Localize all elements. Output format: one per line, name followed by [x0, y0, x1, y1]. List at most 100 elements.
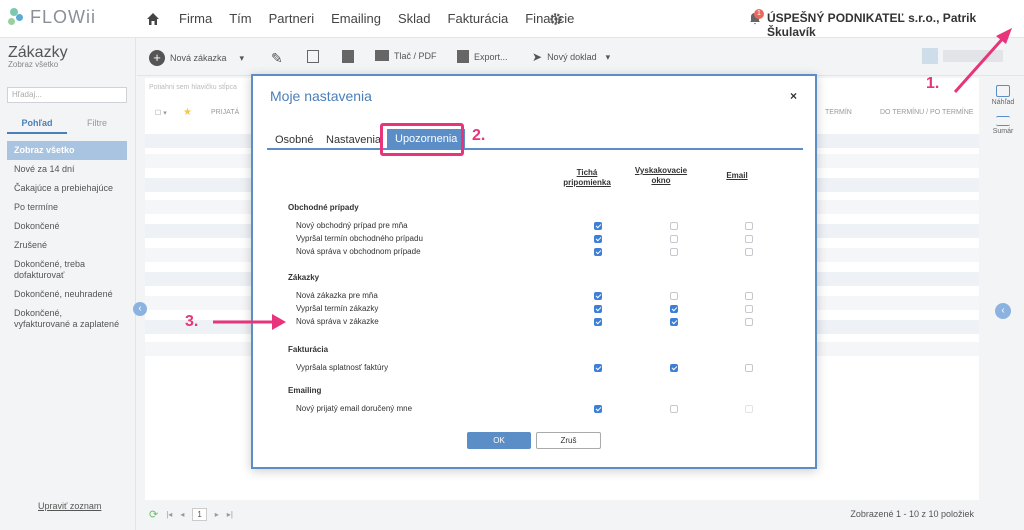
sidebar-item[interactable]: Zrušené — [7, 236, 127, 255]
collapse-left-arrow-icon[interactable]: ‹ — [133, 302, 147, 316]
email-checkbox[interactable] — [745, 248, 753, 256]
print-button[interactable]: Tlač / PDF — [375, 50, 437, 61]
section-title: Emailing — [288, 386, 322, 395]
tab-settings[interactable]: Nastavenia — [326, 134, 381, 146]
section-title: Fakturácia — [288, 345, 329, 354]
section-title: Obchodné prípady — [288, 203, 359, 212]
email-checkbox[interactable] — [745, 222, 753, 230]
first-page-icon[interactable]: |◂ — [166, 510, 172, 519]
user-info — [943, 50, 1003, 62]
sidebar-item[interactable]: Po termíne — [7, 198, 127, 217]
sidebar-search-input[interactable]: Hľadaj... — [7, 87, 127, 103]
sidebar-item[interactable]: Nové za 14 dní — [7, 160, 127, 179]
popup-checkbox[interactable] — [670, 318, 678, 326]
print-label: Tlač / PDF — [394, 50, 437, 61]
chevron-down-icon[interactable]: ▾ — [606, 52, 611, 63]
send-icon: ➤ — [532, 50, 543, 64]
column-after-term[interactable]: DO TERMÍNU / PO TERMÍNE — [880, 109, 973, 116]
email-checkbox[interactable] — [745, 235, 753, 243]
sidebar-item[interactable]: Zobraz všetko — [7, 141, 127, 160]
sidebar-item[interactable]: Čakajúce a prebiehajúce — [7, 179, 127, 198]
column-received[interactable]: PRIJATÁ — [211, 109, 239, 116]
notification-label: Nová správa v zákazke — [296, 317, 379, 326]
nav-fakturacia[interactable]: Fakturácia — [448, 11, 509, 26]
sidebar-item[interactable]: Dokončené, neuhradené — [7, 285, 127, 304]
top-bar: FLOWii Firma Tím Partneri Emailing Sklad… — [0, 0, 1024, 39]
silent-reminder-checkbox[interactable] — [594, 318, 602, 326]
company-name[interactable]: ÚSPEŠNÝ PODNIKATEĽ s.r.o., Patrik Škulav… — [767, 11, 1024, 39]
star-icon[interactable]: ★ — [183, 107, 192, 118]
close-icon[interactable]: × — [790, 89, 797, 103]
notification-badge: 1 — [754, 9, 764, 19]
section-title: Zákazky — [288, 273, 320, 282]
last-page-icon[interactable]: ▸| — [227, 510, 233, 519]
column-email: Email — [726, 171, 748, 180]
select-all-checkbox[interactable]: ☐ ▾ — [155, 109, 167, 117]
sidebar-item[interactable]: Dokončené — [7, 217, 127, 236]
highlight-box — [380, 123, 464, 156]
silent-reminder-checkbox[interactable] — [594, 405, 602, 413]
logo[interactable]: FLOWii — [8, 7, 96, 28]
tab-filters[interactable]: Filtre — [67, 114, 127, 134]
drag-hint: Potiahni sem hlavičku stĺpca — [149, 84, 237, 91]
nav-firma[interactable]: Firma — [179, 11, 212, 26]
export-button[interactable]: Export... — [457, 50, 508, 63]
sidebar-item[interactable]: Dokončené, vyfakturované a zaplatené — [7, 304, 127, 334]
silent-reminder-checkbox[interactable] — [594, 292, 602, 300]
sidebar-list: Zobraz všetko Nové za 14 dní Čakajúce a … — [7, 141, 127, 334]
sidebar-item[interactable]: Dokončené, treba dofakturovať — [7, 255, 127, 285]
chevron-down-icon[interactable]: ▾ — [240, 53, 245, 64]
edit-list-link[interactable]: Upraviť zoznam — [38, 501, 101, 511]
new-order-button[interactable]: + Nová zákazka ▾ — [149, 50, 244, 66]
popup-checkbox[interactable] — [670, 235, 678, 243]
popup-checkbox[interactable] — [670, 364, 678, 372]
silent-reminder-checkbox[interactable] — [594, 235, 602, 243]
popup-checkbox[interactable] — [670, 405, 678, 413]
silent-reminder-checkbox[interactable] — [594, 305, 602, 313]
copy-button[interactable] — [307, 50, 319, 63]
tab-personal[interactable]: Osobné — [275, 134, 314, 146]
notification-label: Nová zákazka pre mňa — [296, 291, 378, 300]
popup-checkbox[interactable] — [670, 292, 678, 300]
preview-button[interactable]: Náhľad — [985, 85, 1021, 106]
ok-button[interactable]: OK — [467, 432, 531, 449]
nav-tim[interactable]: Tím — [229, 11, 251, 26]
nav-partneri[interactable]: Partneri — [269, 11, 315, 26]
email-checkbox[interactable] — [745, 292, 753, 300]
page-number[interactable]: 1 — [192, 508, 207, 521]
new-document-button[interactable]: ➤ Nový doklad ▾ — [532, 50, 610, 64]
toolbar: + Nová zákazka ▾ ✎ Tlač / PDF Export... … — [137, 38, 1024, 76]
expand-right-arrow-icon[interactable]: ‹ — [995, 303, 1011, 319]
summary-button[interactable]: Sumár — [985, 116, 1021, 135]
popup-checkbox[interactable] — [670, 248, 678, 256]
next-page-icon[interactable]: ▸ — [215, 510, 219, 519]
tab-view[interactable]: Pohľad — [7, 114, 67, 134]
annotation-one: 1. — [926, 75, 940, 92]
popup-checkbox[interactable] — [670, 222, 678, 230]
cancel-button[interactable]: Zruš — [536, 432, 601, 449]
notification-label: Nový prijatý email doručený mne — [296, 404, 413, 413]
annotation-three: 3. — [185, 313, 199, 330]
silent-reminder-checkbox[interactable] — [594, 364, 602, 372]
gear-icon[interactable] — [549, 12, 563, 26]
column-term[interactable]: TERMÍN — [825, 109, 852, 116]
email-checkbox[interactable] — [745, 318, 753, 326]
email-checkbox[interactable] — [745, 305, 753, 313]
footer: ⟳ |◂ ◂ 1 ▸ ▸| Zobrazené 1 - 10 z 10 polo… — [137, 500, 1024, 530]
refresh-icon[interactable]: ⟳ — [149, 508, 158, 521]
new-document-label: Nový doklad — [547, 52, 597, 62]
silent-reminder-checkbox[interactable] — [594, 248, 602, 256]
nav-emailing[interactable]: Emailing — [331, 11, 381, 26]
delete-button[interactable] — [342, 50, 354, 63]
email-checkbox[interactable] — [745, 364, 753, 372]
summary-label: Sumár — [992, 128, 1014, 135]
dialog-tabs: Osobné Nastavenia Upozornenia — [267, 128, 803, 150]
email-checkbox[interactable] — [745, 405, 753, 413]
column-silent-reminder: Tichá pripomienka — [563, 168, 611, 187]
home-icon[interactable] — [146, 12, 160, 26]
silent-reminder-checkbox[interactable] — [594, 222, 602, 230]
prev-page-icon[interactable]: ◂ — [180, 510, 184, 519]
edit-button[interactable]: ✎ — [271, 50, 283, 67]
popup-checkbox[interactable] — [670, 305, 678, 313]
nav-sklad[interactable]: Sklad — [398, 11, 431, 26]
